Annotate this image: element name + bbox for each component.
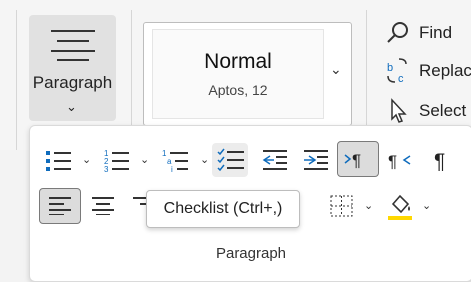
borders-button[interactable]: ⌄ bbox=[326, 189, 382, 223]
svg-text:c: c bbox=[398, 73, 404, 85]
decrease-indent-icon bbox=[262, 150, 287, 170]
paragraph-group-button[interactable]: Paragraph ⌄ bbox=[29, 15, 116, 121]
replace-button[interactable]: b c Replac bbox=[385, 58, 471, 85]
paragraph-icon bbox=[51, 30, 95, 61]
paint-bucket-icon bbox=[388, 194, 412, 220]
select-label: Select bbox=[419, 101, 467, 120]
decrease-indent-button[interactable] bbox=[259, 143, 291, 177]
ribbon-separator bbox=[366, 10, 367, 140]
show-formatting-button[interactable]: ¶ bbox=[426, 143, 460, 177]
svg-text:¶: ¶ bbox=[388, 152, 397, 171]
paragraph-group-caption: Paragraph bbox=[215, 245, 287, 262]
increase-indent-icon bbox=[304, 150, 328, 170]
chevron-down-icon: ⌄ bbox=[66, 99, 77, 114]
search-icon bbox=[385, 20, 411, 46]
replace-label: Replac bbox=[419, 61, 471, 80]
ribbon-separator bbox=[16, 10, 17, 150]
shading-button[interactable]: ⌄ bbox=[384, 189, 440, 223]
pilcrow-icon: ¶ bbox=[434, 150, 445, 171]
paragraph-group-label: Paragraph bbox=[32, 73, 113, 92]
numbered-list-icon: 1 2 3 bbox=[104, 149, 129, 172]
find-label: Find bbox=[419, 23, 453, 42]
svg-text:¶: ¶ bbox=[352, 151, 361, 170]
style-name: Normal bbox=[204, 50, 272, 73]
align-center-button[interactable] bbox=[85, 189, 121, 223]
style-normal[interactable]: Normal Aptos, 12 bbox=[152, 29, 324, 119]
bullets-button[interactable]: ⌄ bbox=[42, 143, 98, 177]
find-button[interactable]: Find bbox=[385, 20, 452, 46]
increase-indent-button[interactable] bbox=[300, 143, 332, 177]
multilevel-list-icon: 1 a i bbox=[162, 149, 188, 172]
chevron-down-icon[interactable]: ⌄ bbox=[140, 153, 149, 166]
ribbon-separator bbox=[131, 10, 132, 140]
align-center-icon bbox=[92, 197, 114, 215]
svg-text:b: b bbox=[387, 62, 393, 74]
select-button[interactable]: Select bbox=[385, 98, 466, 124]
multilevel-list-button[interactable]: 1 a i ⌄ bbox=[158, 143, 214, 177]
borders-icon bbox=[330, 195, 353, 217]
svg-text:¶: ¶ bbox=[434, 150, 445, 171]
numbering-button[interactable]: 1 2 3 ⌄ bbox=[100, 143, 156, 177]
styles-expand-chevron-icon[interactable]: ⌄ bbox=[330, 61, 342, 78]
chevron-down-icon[interactable]: ⌄ bbox=[364, 199, 373, 212]
style-font: Aptos, 12 bbox=[208, 82, 268, 98]
align-left-button[interactable] bbox=[39, 188, 81, 224]
chevron-down-icon[interactable]: ⌄ bbox=[82, 153, 91, 166]
cursor-arrow-icon bbox=[385, 98, 411, 124]
ltr-direction-button[interactable]: ¶ bbox=[337, 141, 379, 177]
svg-text:i: i bbox=[171, 165, 173, 172]
chevron-down-icon[interactable]: ⌄ bbox=[422, 199, 431, 212]
chevron-down-icon[interactable]: ⌄ bbox=[200, 153, 209, 166]
checklist-button[interactable] bbox=[212, 143, 248, 177]
left-to-right-icon: ¶ bbox=[344, 151, 361, 170]
checklist-tooltip: Checklist (Ctrl+,) bbox=[146, 190, 300, 228]
rtl-direction-button[interactable]: ¶ bbox=[384, 143, 418, 177]
svg-text:3: 3 bbox=[104, 165, 109, 172]
checklist-icon bbox=[217, 148, 244, 172]
align-left-icon bbox=[49, 197, 71, 215]
styles-gallery[interactable]: Normal Aptos, 12 ⌄ bbox=[143, 22, 352, 126]
replace-icon: b c bbox=[385, 58, 411, 85]
right-to-left-icon: ¶ bbox=[388, 152, 411, 171]
bulleted-list-icon bbox=[46, 151, 71, 171]
